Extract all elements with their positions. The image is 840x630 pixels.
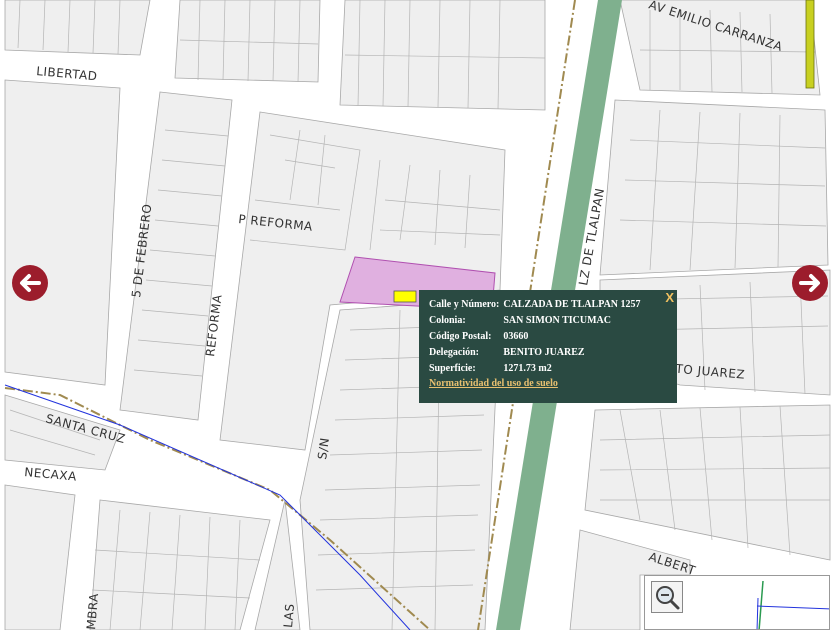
info-row: Colonia: SAN SIMON TICUMAC	[429, 314, 645, 330]
info-value: 1271.73 m2	[503, 363, 552, 374]
info-label: Delegación:	[429, 347, 479, 358]
land-use-regulation-link[interactable]: Normatividad del uso de suelo	[429, 378, 558, 389]
info-label: Calle y Número:	[429, 299, 500, 310]
right-arrow-icon	[792, 265, 828, 301]
pan-right-button[interactable]	[791, 264, 829, 302]
overview-map[interactable]	[644, 575, 830, 630]
info-row: Delegación: BENITO JUAREZ	[429, 346, 645, 362]
info-value: SAN SIMON TICUMAC	[503, 315, 611, 326]
popup-close-button[interactable]: X	[665, 290, 674, 305]
magnifier-minus-icon	[656, 586, 680, 610]
info-value: 03660	[503, 331, 529, 342]
zoom-out-button[interactable]	[651, 581, 683, 613]
pan-left-button[interactable]	[11, 264, 49, 302]
info-row: Superficie: 1271.73 m2	[429, 362, 645, 378]
parcel-marker[interactable]	[393, 290, 417, 303]
info-row: Código Postal: 03660	[429, 330, 645, 346]
left-arrow-icon	[12, 265, 48, 301]
info-value: CALZADA DE TLALPAN 1257	[503, 299, 641, 310]
info-label: Colonia:	[429, 315, 466, 326]
info-value: BENITO JUAREZ	[503, 347, 585, 358]
info-label: Superficie:	[429, 363, 476, 374]
parcel-info-popup: X Calle y Número: CALZADA DE TLALPAN 125…	[419, 290, 677, 403]
street-label-las: LAS	[281, 603, 297, 628]
parcel-info-table: Calle y Número: CALZADA DE TLALPAN 1257 …	[429, 298, 645, 378]
info-row: Calle y Número: CALZADA DE TLALPAN 1257	[429, 298, 645, 314]
info-label: Código Postal:	[429, 331, 492, 342]
